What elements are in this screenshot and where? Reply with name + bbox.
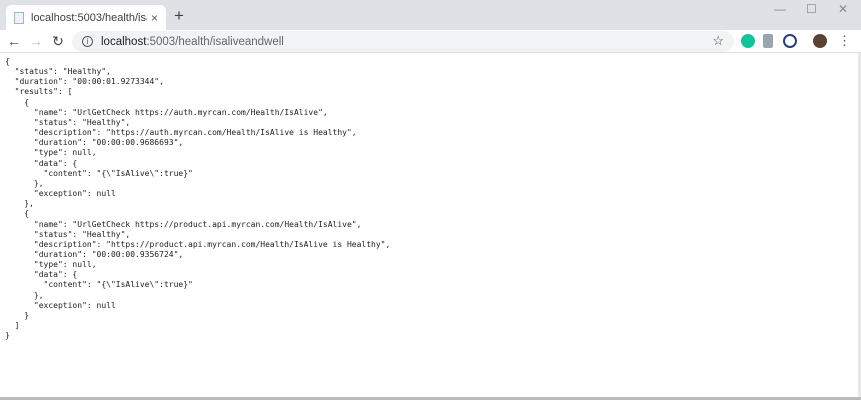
maximize-button[interactable]: ☐: [806, 2, 817, 16]
url-host: localhost: [101, 35, 147, 48]
page-favicon-icon: [14, 11, 24, 24]
download-extension-icon[interactable]: [763, 34, 773, 48]
minimize-button[interactable]: —: [774, 2, 786, 16]
tab-close-icon[interactable]: ×: [151, 11, 158, 25]
json-response-body: { "status": "Healthy", "duration": "00:0…: [5, 57, 391, 341]
player-extension-icon[interactable]: [783, 34, 797, 48]
menu-kebab-icon[interactable]: ⋮: [838, 33, 851, 49]
reload-icon[interactable]: ↻: [47, 33, 69, 50]
forward-arrow-icon[interactable]: →: [25, 33, 47, 49]
bookmark-star-icon[interactable]: ☆: [712, 33, 724, 49]
info-icon[interactable]: i: [82, 36, 93, 47]
tab-strip: localhost:5003/health/isaliveandwell × +…: [0, 0, 861, 30]
tab-title: localhost:5003/health/isaliveandwell: [31, 11, 147, 24]
new-tab-button[interactable]: +: [174, 6, 184, 26]
url-path: :5003/health/isaliveandwell: [146, 35, 284, 48]
back-arrow-icon[interactable]: ←: [3, 33, 25, 49]
browser-toolbar: ← → ↻ i localhost:5003/health/isaliveand…: [0, 30, 861, 53]
profile-avatar[interactable]: [813, 34, 827, 48]
close-window-button[interactable]: ✕: [838, 2, 848, 16]
address-bar[interactable]: i localhost:5003/health/isaliveandwell ☆: [72, 31, 734, 52]
grammarly-extension-icon[interactable]: [741, 34, 755, 48]
tab-active[interactable]: localhost:5003/health/isaliveandwell ×: [6, 5, 166, 30]
